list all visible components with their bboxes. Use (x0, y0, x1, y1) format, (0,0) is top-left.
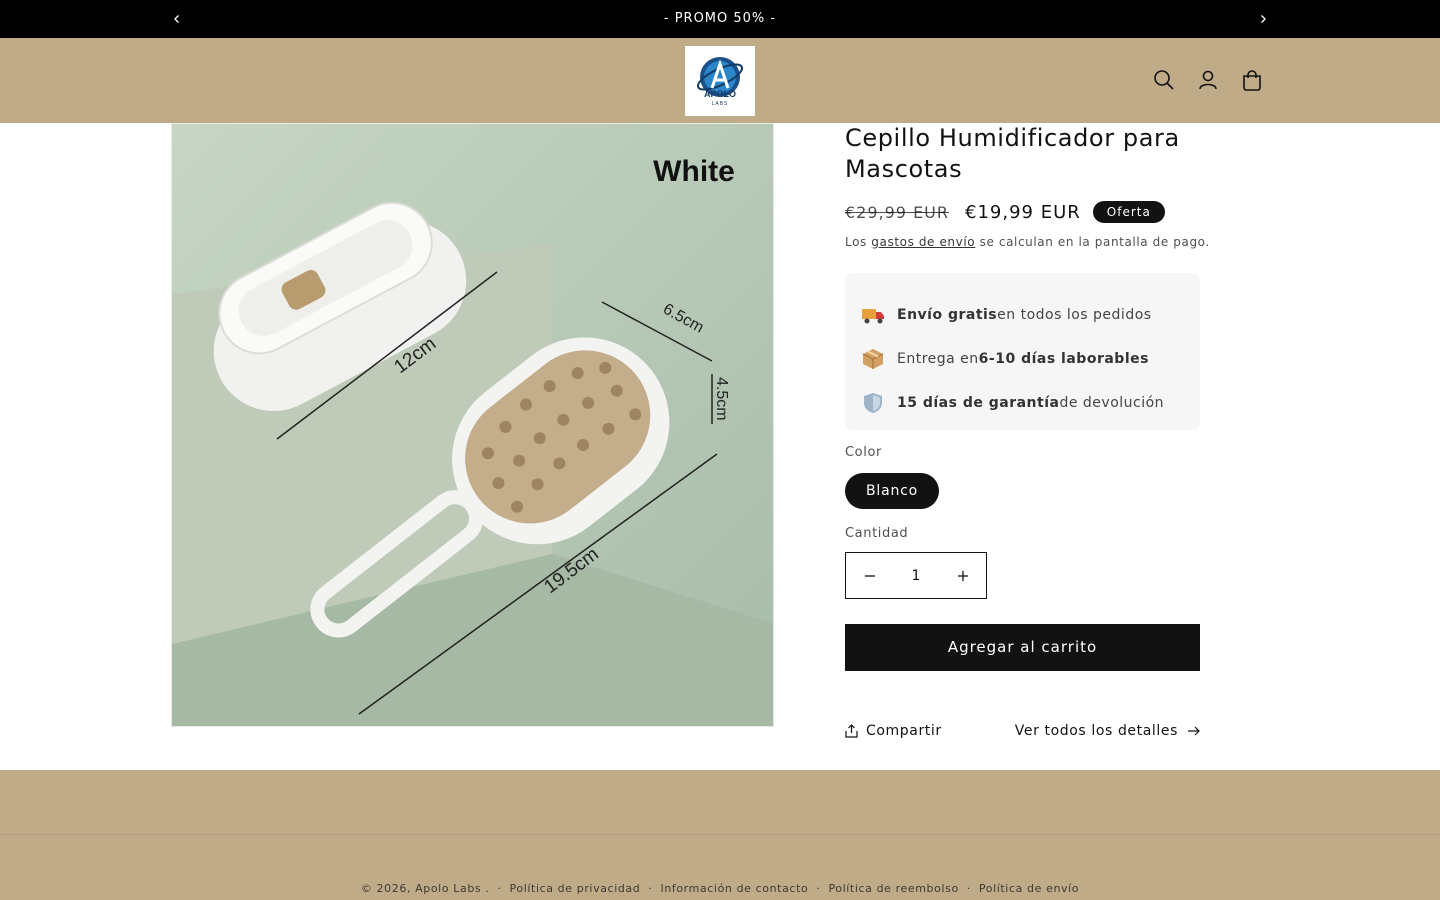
product-title: Cepillo Humidificador para Mascotas (845, 124, 1180, 183)
view-details-label: Ver todos los detalles (1014, 723, 1178, 739)
benefit-free-shipping: Envío gratis en todos los pedidos (861, 293, 1184, 337)
contact-info-link[interactable]: Información de contacto (660, 882, 808, 895)
package-icon (861, 347, 885, 371)
product-photo-illustration: White 12cm 6.5cm 4.5cm 19.5cm (172, 124, 773, 726)
logo-sub-text: LABS (712, 101, 729, 107)
site-header: APOLO LABS (0, 38, 1440, 123)
refund-policy-link[interactable]: Política de reembolso (828, 882, 958, 895)
tax-note: Los gastos de envío se calculan en la pa… (845, 235, 1210, 249)
minus-icon (864, 574, 875, 577)
account-button[interactable] (1194, 66, 1222, 94)
separator-dot: · (816, 882, 821, 895)
tax-prefix: Los (845, 235, 872, 249)
benefit-bold: 6-10 días laborables (978, 351, 1149, 367)
plus-icon (957, 570, 968, 581)
color-label: Color (845, 445, 882, 460)
benefit-bold: 15 días de garantía (897, 395, 1060, 411)
share-icon (845, 724, 858, 738)
benefits-box: Envío gratis en todos los pedidos Entreg… (845, 273, 1200, 430)
tax-suffix: se calculan en la pantalla de pago. (975, 235, 1210, 249)
shopping-bag-icon (1243, 70, 1261, 91)
product-info: Cepillo Humidificador para Mascotas €29,… (845, 123, 1209, 739)
separator-dot: · (648, 882, 653, 895)
benefit-pre: Entrega en (897, 351, 979, 367)
shield-icon (861, 391, 885, 415)
shipping-policy-footer-link[interactable]: Política de envío (979, 882, 1079, 895)
sale-price: €19,99 EUR (965, 201, 1081, 223)
benefit-bold: Envío gratis (897, 307, 998, 323)
image-color-text: White (653, 155, 735, 188)
quantity-increase-button[interactable] (939, 553, 986, 598)
truck-icon (861, 303, 885, 327)
privacy-policy-link[interactable]: Política de privacidad (510, 882, 641, 895)
arrow-right-icon (1188, 726, 1200, 736)
search-button[interactable] (1150, 66, 1178, 94)
add-to-cart-button[interactable]: Agregar al carrito (845, 624, 1200, 671)
logo-main-text: APOLO (704, 89, 736, 99)
cart-button[interactable] (1238, 66, 1266, 94)
announcement-text: - PROMO 50% - (663, 11, 777, 26)
footer-divider (0, 834, 1440, 835)
separator-dot: · (966, 882, 971, 895)
image-dim-height: 4.5cm (713, 377, 730, 421)
site-footer: © 2026, Apolo Labs . · Política de priva… (0, 770, 1440, 900)
share-label: Compartir (866, 723, 942, 739)
user-icon (1199, 70, 1217, 90)
benefit-delivery-time: Entrega en 6-10 días laborables (861, 337, 1184, 381)
quantity-label: Cantidad (845, 526, 909, 541)
search-icon (1154, 70, 1174, 90)
apolo-labs-logo: APOLO LABS (696, 57, 744, 107)
view-details-link[interactable]: Ver todos los detalles (1015, 723, 1200, 739)
announcement-bar: - PROMO 50% - (0, 0, 1440, 38)
store-logo[interactable]: APOLO LABS (685, 46, 755, 116)
separator-dot: · (497, 882, 502, 895)
benefit-guarantee: 15 días de garantía de devolución (861, 381, 1184, 425)
chevron-right-icon (1261, 15, 1266, 23)
benefit-post: de devolución (1059, 395, 1165, 411)
benefit-post: en todos los pedidos (997, 307, 1152, 323)
quantity-decrease-button[interactable] (846, 553, 893, 598)
quantity-input[interactable]: 1 (893, 568, 939, 584)
copyright-text: © 2026, Apolo Labs . (360, 882, 490, 895)
footer-links: © 2026, Apolo Labs . · Política de priva… (0, 882, 1440, 895)
price-row: €29,99 EUR €19,99 EUR Oferta (845, 201, 1200, 223)
share-button[interactable]: Compartir (845, 723, 942, 739)
quantity-stepper: 1 (845, 552, 987, 599)
product-image[interactable]: White 12cm 6.5cm 4.5cm 19.5cm (171, 123, 774, 727)
shipping-policy-link[interactable]: gastos de envío (871, 235, 975, 249)
color-option-blanco[interactable]: Blanco (845, 473, 940, 509)
next-announcement-button[interactable] (1253, 9, 1273, 29)
regular-price: €29,99 EUR (845, 202, 950, 222)
sale-badge: Oferta (1092, 201, 1165, 223)
